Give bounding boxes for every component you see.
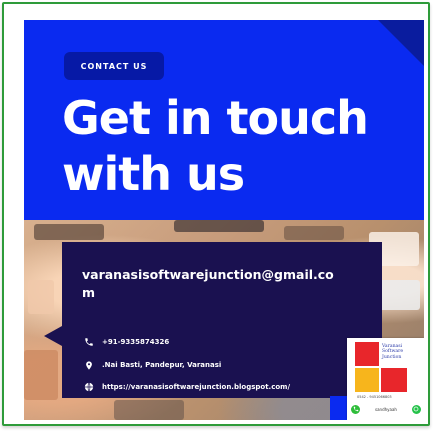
email-address: varanasisoftwarejunction@gmail.com (82, 267, 334, 300)
logo-red-square-2 (381, 368, 407, 392)
info-box-pointer (44, 326, 62, 346)
phone-icon (82, 336, 96, 348)
globe-icon (82, 381, 96, 393)
corner-triangle-decoration (378, 20, 424, 66)
company-logo-card: Varanasi Software Junction 0542 - 945106… (347, 338, 424, 420)
contact-us-label: CONTACT US (64, 52, 164, 80)
whatsapp-icon (411, 404, 421, 414)
logo-yellow-square (355, 368, 379, 392)
website-url[interactable]: https://varanasisoftwarejunction.blogspo… (102, 383, 290, 391)
phone-number: +91-9335874326 (102, 338, 170, 346)
location-pin-icon (82, 359, 96, 371)
contact-card-image[interactable]: CONTACT US Get in touch with us varanasi… (24, 20, 424, 420)
blue-header-area: CONTACT US Get in touch with us (24, 20, 424, 220)
logo-company-name: Varanasi Software Junction (382, 344, 404, 360)
address-row: .Nai Basti, Pandepur, Varanasi (82, 359, 221, 371)
headline: Get in touch with us (62, 91, 369, 201)
logo-red-square (355, 342, 379, 366)
phone-icon (351, 404, 360, 414)
post-frame: CONTACT US Get in touch with us varanasi… (2, 2, 430, 426)
logo-handle: sandhyaah (375, 406, 397, 412)
website-row: https://varanasisoftwarejunction.blogspo… (82, 381, 290, 393)
address-text: .Nai Basti, Pandepur, Varanasi (102, 361, 222, 369)
phone-row: +91-9335874326 (82, 336, 169, 348)
logo-footer: sandhyaah (351, 402, 421, 416)
contact-info-box: varanasisoftwarejunction@gmail.com +91-9… (62, 242, 382, 398)
logo-phone: 0542 - 9451066803 (357, 395, 392, 399)
